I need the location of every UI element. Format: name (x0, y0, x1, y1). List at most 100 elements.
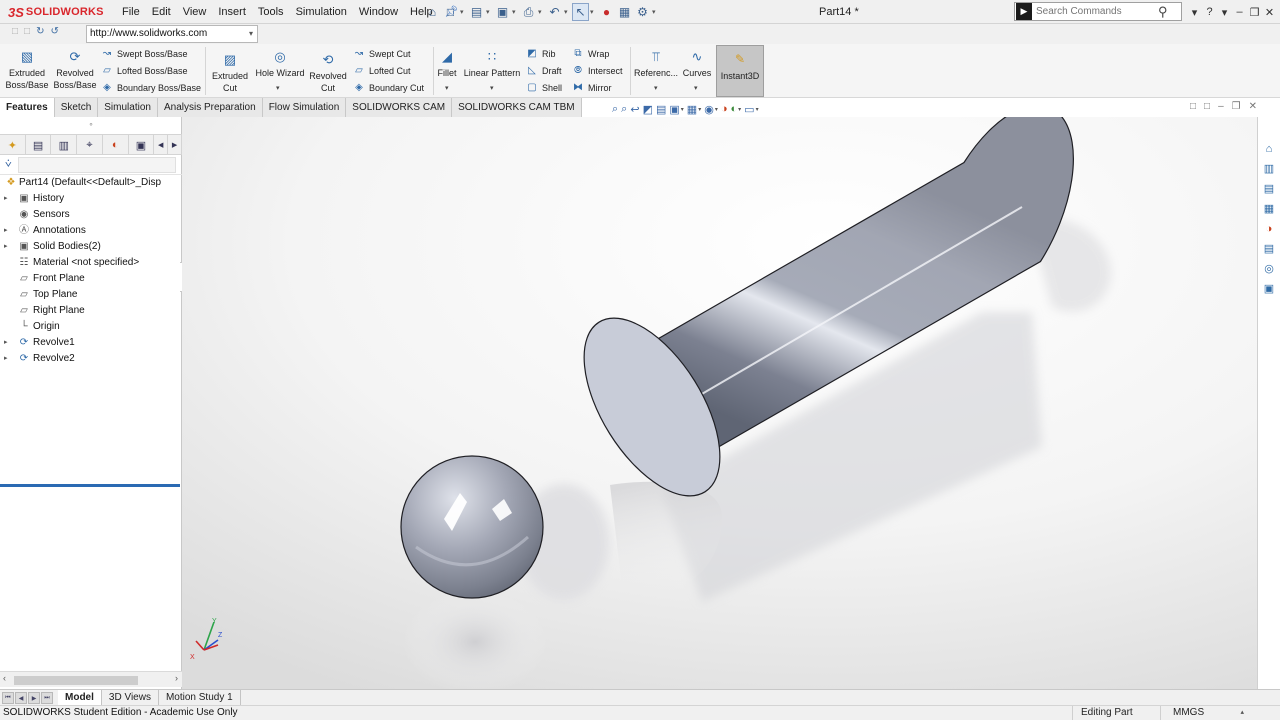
tree-item-origin[interactable]: └ Origin (0, 319, 182, 335)
new-dropdown-icon[interactable]: ▾ (460, 3, 467, 21)
appearances-icon[interactable]: ◑ (1258, 219, 1280, 238)
previous-tab-icon[interactable]: ◀ (15, 692, 27, 704)
scroll-right-icon[interactable]: › (175, 673, 178, 683)
hide-show-dropdown-icon[interactable]: ▾ (715, 106, 718, 113)
dynamic-annotation-icon[interactable]: ▤ (656, 103, 666, 116)
doc-restore-icon[interactable]: ❐ (1232, 101, 1241, 112)
configurationmanager-tab-icon[interactable]: ▥ (51, 135, 78, 155)
unit-system-selector[interactable]: MMGS ▴ (1160, 706, 1260, 720)
extruded-cut-button[interactable]: ▨ Extruded Cut (210, 52, 250, 94)
tab-simulation[interactable]: Simulation (98, 98, 158, 117)
fillet-dropdown-icon[interactable]: ▾ (445, 84, 449, 92)
tab-solidworks-cam[interactable]: SOLIDWORKS CAM (346, 98, 453, 117)
search-commands-box[interactable]: ▶ ⚲ (1014, 2, 1182, 21)
design-library-icon[interactable]: ▥ (1258, 159, 1280, 178)
boundary-boss-button[interactable]: ◈ Boundary Boss/Base (100, 80, 201, 95)
menu-window[interactable]: Window (353, 0, 404, 24)
zoom-to-fit-icon[interactable]: ⌕ (612, 103, 618, 116)
tabs-scroll-left-icon[interactable]: ◀ (154, 135, 169, 155)
hide-show-items-icon[interactable]: ◉ (704, 103, 714, 116)
lofted-boss-button[interactable]: ▱ Lofted Boss/Base (100, 63, 187, 78)
tab-model[interactable]: Model (58, 690, 102, 706)
scroll-left-icon[interactable]: ‹ (3, 673, 6, 683)
swept-boss-button[interactable]: ↝ Swept Boss/Base (100, 46, 188, 61)
last-tab-icon[interactable]: ⏭︎ (41, 692, 53, 704)
apply-scene-icon[interactable]: ◐ (731, 103, 738, 115)
hole-wizard-dropdown-icon[interactable]: ▾ (276, 84, 280, 92)
menu-edit[interactable]: Edit (146, 0, 177, 24)
forward-page-icon[interactable]: □ (24, 26, 30, 37)
previous-view-icon[interactable]: ↩ (630, 103, 639, 116)
file-properties-icon[interactable]: ▦ (616, 3, 633, 21)
menu-insert[interactable]: Insert (212, 0, 252, 24)
panel-grip[interactable]: ∘ (0, 117, 182, 133)
expand-arrow-icon[interactable]: ▸ (4, 351, 8, 367)
refresh-icon[interactable]: ↻ (36, 26, 44, 37)
tree-item-history[interactable]: ▸ ▣ History (0, 191, 182, 207)
view-orientation-icon[interactable]: ▣ (669, 103, 679, 116)
tab-solidworks-cam-tbm[interactable]: SOLIDWORKS CAM TBM (452, 98, 582, 117)
scroll-thumb[interactable] (14, 676, 138, 685)
linear-pattern-button[interactable]: ∷ Linear Pattern (462, 49, 522, 79)
display-style-icon[interactable]: ▦ (687, 103, 697, 116)
url-dropdown-icon[interactable]: ▾ (249, 26, 253, 42)
3d-model-view[interactable]: Y Z X (182, 117, 1257, 689)
search-input[interactable] (1036, 6, 1156, 17)
search-dropdown-icon[interactable]: ▾ (1188, 6, 1201, 19)
tile-window-icon[interactable]: □ (1190, 101, 1196, 112)
solidworks-resources-icon[interactable]: ⌂ (1258, 139, 1280, 158)
save-dropdown-icon[interactable]: ▾ (512, 3, 519, 21)
view-orientation-dropdown-icon[interactable]: ▾ (681, 106, 684, 113)
select-cursor-icon[interactable]: ↖ (572, 3, 589, 21)
filter-icon[interactable]: ⩒ (5, 158, 12, 171)
instant3d-button[interactable]: ✎ Instant3D (716, 45, 764, 97)
custom-properties-icon[interactable]: ▤ (1258, 239, 1280, 258)
display-manager-tab-icon[interactable]: ◐ (103, 135, 129, 155)
apply-scene-dropdown-icon[interactable]: ▾ (738, 106, 741, 113)
back-page-icon[interactable]: □ (12, 26, 18, 37)
select-dropdown-icon[interactable]: ▾ (590, 3, 597, 21)
horizontal-scrollbar[interactable]: ‹ › (0, 671, 182, 687)
tree-item-sensors[interactable]: ◉ Sensors (0, 207, 182, 223)
new-document-icon[interactable]: □ (442, 3, 459, 21)
solidworks-logo[interactable]: 3S SOLIDWORKS (8, 3, 104, 21)
solidworks-forum-icon[interactable]: ◎ (1258, 259, 1280, 278)
minimize-icon[interactable]: – (1233, 6, 1246, 18)
tree-root-part[interactable]: ❖ Part14 (Default<<Default>_Disp (0, 175, 182, 191)
tree-item-right-plane[interactable]: ▱ Right Plane (0, 303, 182, 319)
help-dropdown-icon[interactable]: ▾ (1218, 6, 1231, 19)
view-settings-dropdown-icon[interactable]: ▾ (756, 106, 759, 113)
menu-file[interactable]: File (116, 0, 146, 24)
url-field[interactable]: http://www.solidworks.com ▾ (86, 25, 258, 43)
print-icon[interactable]: ⎙ (520, 3, 537, 21)
section-view-icon[interactable]: ◩ (643, 103, 653, 116)
boundary-cut-button[interactable]: ◈ Boundary Cut (352, 80, 424, 95)
tab-3d-views[interactable]: 3D Views (102, 690, 159, 706)
menu-simulation[interactable]: Simulation (290, 0, 353, 24)
swept-cut-button[interactable]: ↝ Swept Cut (352, 46, 411, 61)
graphics-area[interactable]: Y Z X (182, 117, 1257, 689)
tab-flow-simulation[interactable]: Flow Simulation (262, 98, 347, 117)
tree-item-revolve1[interactable]: ▸ ⟳ Revolve1 (0, 335, 182, 351)
curves-button[interactable]: ∿ Curves (682, 49, 712, 79)
menu-view[interactable]: View (177, 0, 213, 24)
collaboration-icon[interactable]: ▣ (1258, 279, 1280, 298)
linear-pattern-dropdown-icon[interactable]: ▾ (490, 84, 494, 92)
tree-item-revolve2[interactable]: ▸ ⟳ Revolve2 (0, 351, 182, 367)
rollback-bar[interactable] (0, 484, 180, 487)
hole-wizard-button[interactable]: ◎ Hole Wizard (254, 49, 306, 79)
options-dropdown-icon[interactable]: ▾ (652, 3, 659, 21)
doc-close-icon[interactable]: ✕ (1249, 101, 1257, 112)
dimxpert-tab-icon[interactable]: ⌖ (77, 135, 103, 155)
print-dropdown-icon[interactable]: ▾ (538, 3, 545, 21)
reference-geometry-button[interactable]: ⫪ Referenc... (634, 49, 678, 79)
expand-arrow-icon[interactable]: ▸ (4, 223, 8, 239)
featuremanager-tab-icon[interactable]: ✦ (0, 135, 26, 155)
doc-minimize-icon[interactable]: – (1218, 101, 1224, 112)
display-style-dropdown-icon[interactable]: ▾ (698, 106, 701, 113)
expand-arrow-icon[interactable]: ▸ (4, 335, 8, 351)
extruded-boss-button[interactable]: ▧ Extruded Boss/Base (6, 49, 49, 91)
view-settings-icon[interactable]: ▭ (744, 103, 754, 116)
search-icon[interactable]: ⚲ (1158, 4, 1168, 20)
open-folder-icon[interactable]: ▤ (468, 3, 485, 21)
